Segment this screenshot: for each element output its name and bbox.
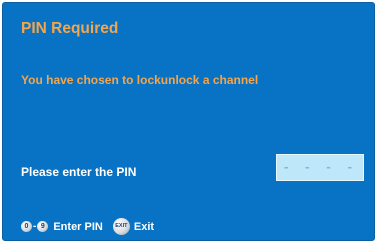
pin-input[interactable]: - - - - [276, 154, 364, 181]
enter-pin-hint: Enter PIN [53, 220, 103, 233]
pin-prompt-label: Please enter the PIN [21, 165, 137, 179]
key-range-separator: - [33, 220, 37, 232]
dialog-message: You have chosen to lockunlock a channel [21, 73, 259, 87]
footer-hints: 0 - 9 Enter PIN EXIT Exit [21, 218, 154, 235]
dialog-title: PIN Required [21, 20, 119, 37]
exit-hint[interactable]: Exit [134, 221, 154, 233]
digit-key-first-icon: 0 [21, 221, 32, 232]
exit-key-icon[interactable]: EXIT [112, 218, 130, 235]
digit-key-last-icon: 9 [37, 221, 49, 232]
pin-required-dialog: PIN Required You have chosen to lockunlo… [2, 2, 375, 241]
